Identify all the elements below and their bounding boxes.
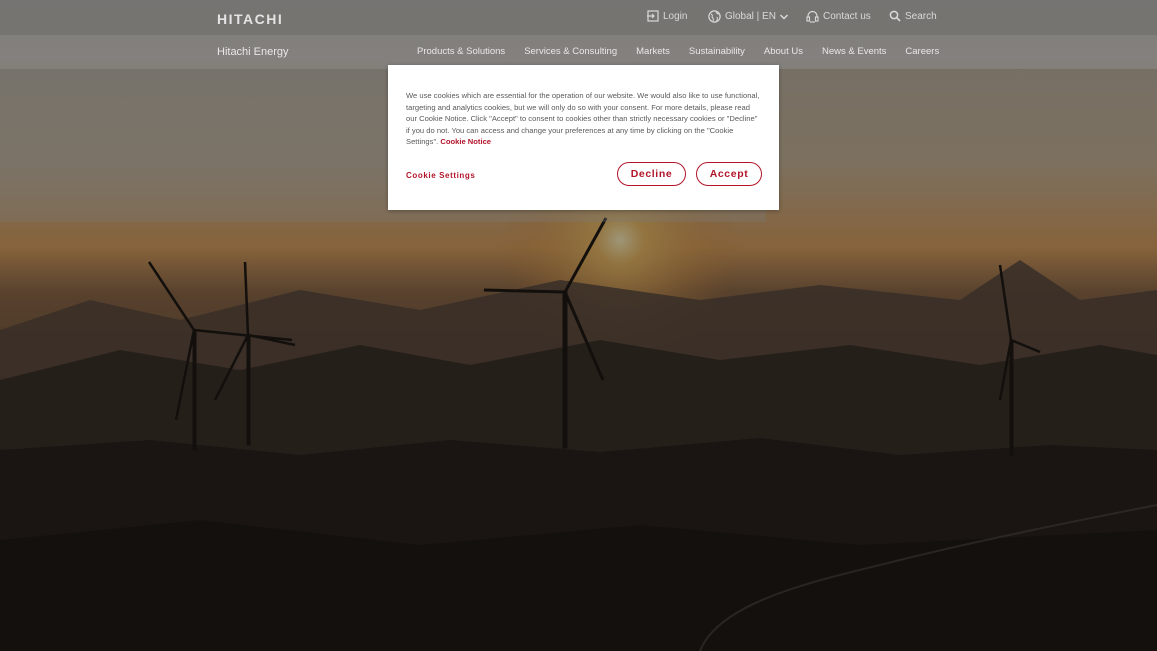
- main-navigation: Hitachi Energy Products & Solutions Serv…: [0, 35, 1157, 69]
- nav-item-services-consulting[interactable]: Services & Consulting: [524, 46, 617, 57]
- nav-item-markets[interactable]: Markets: [636, 46, 670, 57]
- chevron-down-icon: [779, 13, 788, 20]
- nav-item-news-events[interactable]: News & Events: [822, 46, 886, 57]
- globe-icon: [708, 10, 721, 23]
- contact-label: Contact us: [823, 11, 871, 22]
- language-selector[interactable]: Global | EN: [708, 10, 793, 23]
- accept-button[interactable]: Accept: [696, 162, 762, 186]
- login-link[interactable]: Login: [647, 10, 687, 22]
- contact-link[interactable]: Contact us: [806, 10, 871, 23]
- nav-item-about-us[interactable]: About Us: [764, 46, 803, 57]
- search-label: Search: [905, 10, 937, 22]
- decline-button[interactable]: Decline: [617, 162, 686, 186]
- language-label: Global | EN: [725, 11, 776, 22]
- search-link[interactable]: Search: [889, 10, 937, 22]
- cookie-consent-text: We use cookies which are essential for t…: [406, 90, 761, 148]
- search-icon: [889, 10, 901, 22]
- login-icon: [647, 10, 659, 22]
- cookie-consent-dialog: We use cookies which are essential for t…: [388, 65, 779, 210]
- nav-menu: Products & Solutions Services & Consulti…: [417, 46, 939, 57]
- login-label: Login: [663, 10, 688, 22]
- nav-item-sustainability[interactable]: Sustainability: [689, 46, 745, 57]
- headset-icon: [806, 10, 819, 23]
- nav-item-careers[interactable]: Careers: [905, 46, 939, 57]
- nav-item-products-solutions[interactable]: Products & Solutions: [417, 46, 505, 57]
- cookie-notice-link[interactable]: Cookie Notice: [440, 137, 491, 146]
- brand-name[interactable]: Hitachi Energy: [217, 46, 289, 58]
- hitachi-logo[interactable]: HITACHI: [217, 11, 283, 27]
- cookie-settings-button[interactable]: Cookie Settings: [406, 171, 475, 180]
- utility-bar: HITACHI Login Global | EN Contact us Sea…: [0, 0, 1157, 35]
